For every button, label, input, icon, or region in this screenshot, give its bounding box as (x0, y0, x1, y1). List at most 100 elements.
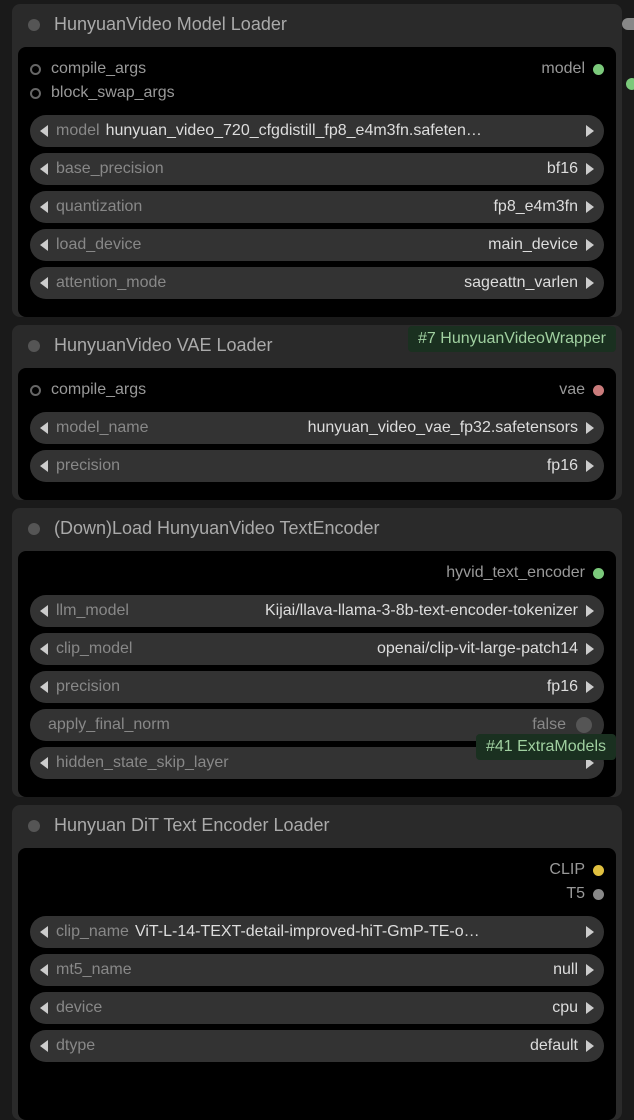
widget-dtype[interactable]: dtype default (30, 1030, 604, 1062)
chevron-left-icon[interactable] (40, 422, 48, 434)
socket-icon[interactable] (593, 889, 604, 900)
input-block-swap-args[interactable]: block_swap_args (30, 84, 175, 102)
socket-icon[interactable] (593, 385, 604, 396)
widget-value: default (95, 1037, 578, 1055)
socket-icon[interactable] (593, 64, 604, 75)
widget-llm-model[interactable]: llm_model Kijai/llava-llama-3-8b-text-en… (30, 595, 604, 627)
input-compile-args[interactable]: compile_args (30, 60, 146, 78)
node-header[interactable]: (Down)Load HunyuanVideo TextEncoder (12, 508, 622, 547)
socket-icon[interactable] (30, 385, 41, 396)
chevron-right-icon[interactable] (586, 681, 594, 693)
output-model[interactable]: model (541, 60, 604, 78)
node-body: hyvid_text_encoder llm_model Kijai/llava… (18, 551, 616, 797)
node-model-loader[interactable]: HunyuanVideo Model Loader compile_args m… (12, 4, 622, 317)
chevron-left-icon[interactable] (40, 277, 48, 289)
output-clip[interactable]: CLIP (549, 861, 604, 879)
chevron-left-icon[interactable] (40, 1002, 48, 1014)
io-row: block_swap_args (30, 81, 604, 105)
input-compile-args[interactable]: compile_args (30, 381, 146, 399)
input-label: compile_args (51, 60, 146, 78)
widget-value: fp8_e4m3fn (142, 198, 578, 216)
widget-clip-name[interactable]: clip_name ViT-L-14-TEXT-detail-improved-… (30, 916, 604, 948)
chevron-right-icon[interactable] (586, 643, 594, 655)
widget-label: model_name (56, 419, 149, 437)
widget-value: Kijai/llava-llama-3-8b-text-encoder-toke… (129, 602, 578, 620)
widget-label: mt5_name (56, 961, 132, 979)
chevron-left-icon[interactable] (40, 681, 48, 693)
node-title: Hunyuan DiT Text Encoder Loader (54, 815, 330, 836)
widget-quantization[interactable]: quantization fp8_e4m3fn (30, 191, 604, 223)
widget-precision[interactable]: precision fp16 (30, 450, 604, 482)
chevron-right-icon[interactable] (586, 125, 594, 137)
chevron-left-icon[interactable] (40, 460, 48, 472)
collapse-icon[interactable] (28, 340, 40, 352)
socket-icon[interactable] (30, 88, 41, 99)
chevron-right-icon[interactable] (586, 201, 594, 213)
chevron-right-icon[interactable] (586, 163, 594, 175)
chevron-left-icon[interactable] (40, 757, 48, 769)
widget-load-device[interactable]: load_device main_device (30, 229, 604, 261)
chevron-right-icon[interactable] (586, 926, 594, 938)
output-label: T5 (566, 885, 585, 903)
chevron-left-icon[interactable] (40, 926, 48, 938)
chevron-right-icon[interactable] (586, 1040, 594, 1052)
socket-icon[interactable] (593, 568, 604, 579)
socket-icon[interactable] (593, 865, 604, 876)
chevron-right-icon[interactable] (586, 460, 594, 472)
widget-value: sageattn_varlen (166, 274, 578, 292)
node-header[interactable]: Hunyuan DiT Text Encoder Loader (12, 805, 622, 844)
chevron-left-icon[interactable] (40, 125, 48, 137)
chevron-right-icon[interactable] (586, 277, 594, 289)
widget-label: model (56, 122, 100, 140)
io-row: CLIP (30, 858, 604, 882)
widget-precision[interactable]: precision fp16 (30, 671, 604, 703)
node-dit-encoder[interactable]: Hunyuan DiT Text Encoder Loader CLIP T5 … (12, 805, 622, 1120)
collapse-icon[interactable] (28, 19, 40, 31)
widget-value: null (132, 961, 578, 979)
output-vae[interactable]: vae (559, 381, 604, 399)
chevron-left-icon[interactable] (40, 1040, 48, 1052)
widget-clip-model[interactable]: clip_model openai/clip-vit-large-patch14 (30, 633, 604, 665)
widget-value: ViT-L-14-TEXT-detail-improved-hiT-GmP-TE… (129, 923, 578, 941)
chevron-left-icon[interactable] (40, 964, 48, 976)
chevron-right-icon[interactable] (586, 605, 594, 617)
widget-label: hidden_state_skip_layer (56, 754, 229, 772)
chevron-left-icon[interactable] (40, 163, 48, 175)
chevron-right-icon[interactable] (586, 422, 594, 434)
collapse-icon[interactable] (28, 820, 40, 832)
output-hyvid-text-encoder[interactable]: hyvid_text_encoder (446, 564, 604, 582)
chevron-left-icon[interactable] (40, 201, 48, 213)
node-title: (Down)Load HunyuanVideo TextEncoder (54, 518, 380, 539)
widget-base-precision[interactable]: base_precision bf16 (30, 153, 604, 185)
chevron-left-icon[interactable] (40, 239, 48, 251)
widget-attention-mode[interactable]: attention_mode sageattn_varlen (30, 267, 604, 299)
edge-socket-icon (622, 18, 634, 30)
socket-icon[interactable] (30, 64, 41, 75)
widget-value: fp16 (120, 457, 578, 475)
input-label: compile_args (51, 381, 146, 399)
chevron-left-icon[interactable] (40, 605, 48, 617)
chevron-right-icon[interactable] (586, 239, 594, 251)
node-badge: #7 HunyuanVideoWrapper (408, 326, 616, 352)
widget-model[interactable]: model hunyuan_video_720_cfgdistill_fp8_e… (30, 115, 604, 147)
node-title: HunyuanVideo Model Loader (54, 14, 287, 35)
output-label: hyvid_text_encoder (446, 564, 585, 582)
chevron-right-icon[interactable] (586, 1002, 594, 1014)
widget-label: clip_model (56, 640, 132, 658)
chevron-left-icon[interactable] (40, 643, 48, 655)
chevron-right-icon[interactable] (586, 964, 594, 976)
widget-label: precision (56, 457, 120, 475)
widget-label: dtype (56, 1037, 95, 1055)
widget-value: openai/clip-vit-large-patch14 (132, 640, 578, 658)
widget-label: quantization (56, 198, 142, 216)
widget-device[interactable]: device cpu (30, 992, 604, 1024)
collapse-icon[interactable] (28, 523, 40, 535)
toggle-icon[interactable] (576, 717, 592, 733)
widget-model-name[interactable]: model_name hunyuan_video_vae_fp32.safete… (30, 412, 604, 444)
output-t5[interactable]: T5 (566, 885, 604, 903)
input-label: block_swap_args (51, 84, 175, 102)
widget-label: precision (56, 678, 120, 696)
node-body: compile_args vae model_name hunyuan_vide… (18, 368, 616, 500)
widget-mt5-name[interactable]: mt5_name null (30, 954, 604, 986)
node-header[interactable]: HunyuanVideo Model Loader (12, 4, 622, 43)
